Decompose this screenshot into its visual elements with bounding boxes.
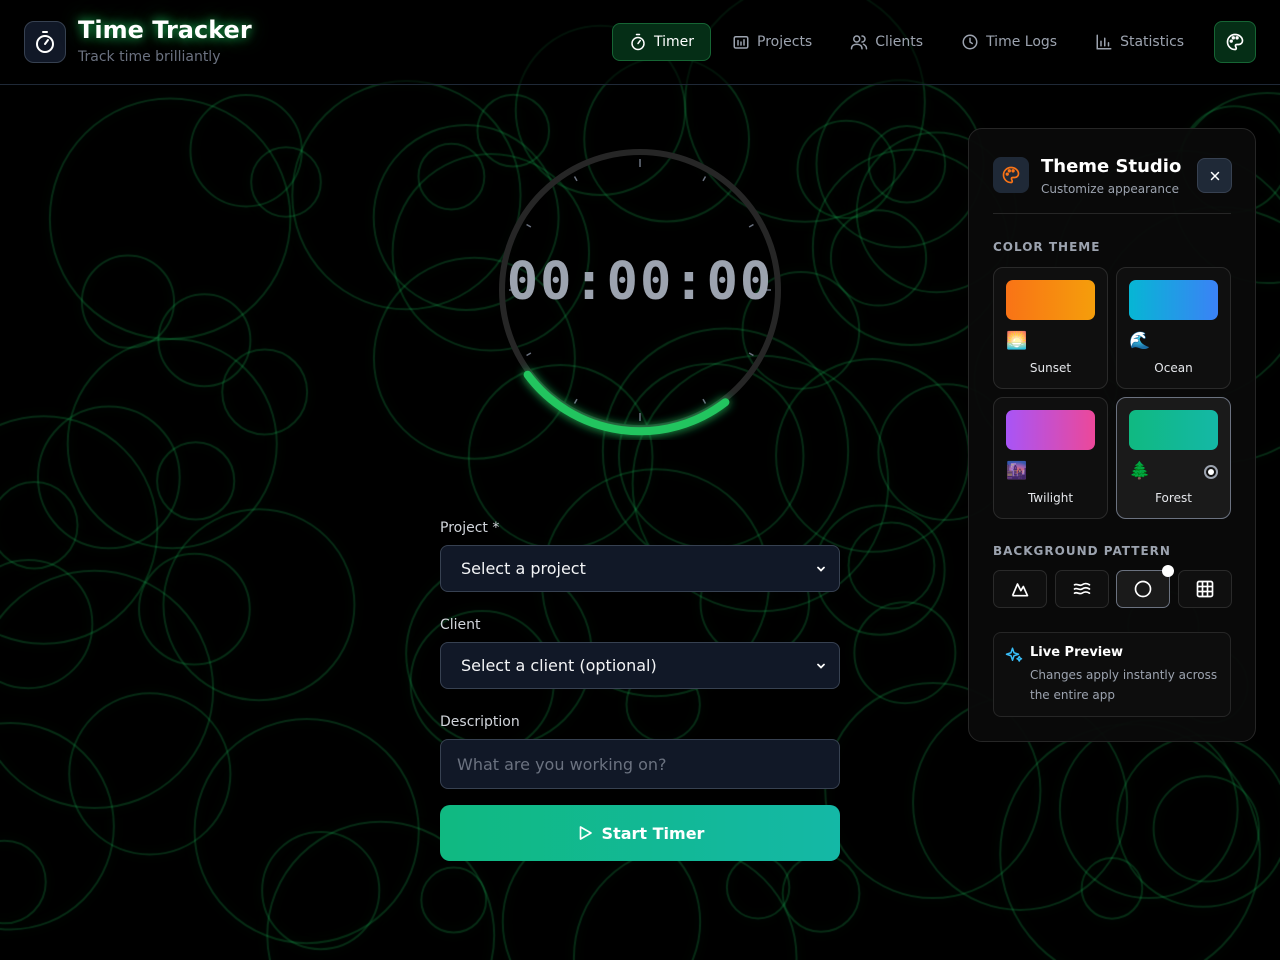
folder-chart-icon — [733, 36, 749, 49]
mountain-icon — [1011, 583, 1029, 597]
nav-item-clients[interactable]: Clients — [833, 23, 940, 61]
chevron-down-icon — [817, 566, 825, 572]
background-pattern-heading: BACKGROUND PATTERN — [993, 544, 1171, 558]
main-nav: Timer Projects Clients Time Logs Statist… — [612, 23, 1205, 61]
palette-icon — [1226, 33, 1244, 51]
pattern-mountain-button[interactable] — [993, 570, 1047, 608]
live-preview-title: Live Preview — [1030, 645, 1124, 660]
client-select-value: Select a client (optional) — [461, 656, 657, 675]
pattern-grid-button[interactable] — [1178, 570, 1232, 608]
sunrise-icon: 🌅 — [1006, 331, 1028, 351]
dial-tick — [702, 398, 707, 404]
theme-name: Ocean — [1154, 361, 1193, 375]
cityscape-icon: 🌆 — [1006, 461, 1028, 481]
nav-item-label: Time Logs — [986, 34, 1058, 50]
palette-icon — [993, 157, 1029, 193]
client-label: Client — [440, 617, 481, 633]
theme-card-sunset[interactable]: 🌅 Sunset — [993, 267, 1108, 389]
theme-card-ocean[interactable]: 🌊 Ocean — [1116, 267, 1231, 389]
play-icon — [579, 826, 592, 840]
nav-item-projects[interactable]: Projects — [715, 23, 829, 61]
pattern-circles-button[interactable] — [1116, 565, 1174, 608]
dial-tick — [573, 398, 578, 404]
grid-icon — [1196, 580, 1214, 598]
theme-name: Forest — [1155, 491, 1192, 505]
nav-item-time-logs[interactable]: Time Logs — [944, 23, 1074, 61]
stopwatch-icon — [631, 33, 645, 51]
theme-swatch — [1006, 280, 1095, 320]
pattern-waves-button[interactable] — [1055, 570, 1109, 608]
dial-tick — [526, 223, 532, 228]
start-timer-button[interactable]: Start Timer — [440, 805, 840, 861]
panel-subtitle: Customize appearance — [1041, 182, 1179, 196]
dial-tick — [573, 176, 578, 182]
nav-item-label: Clients — [875, 34, 924, 50]
timer-form: Project * Select a project Client Select… — [440, 520, 840, 861]
description-input[interactable] — [440, 739, 840, 789]
stopwatch-icon — [24, 21, 66, 63]
wave-icon: 🌊 — [1129, 331, 1151, 351]
chevron-down-icon — [817, 663, 825, 669]
dial-tick — [748, 223, 754, 228]
theme-swatch — [1129, 410, 1218, 450]
app-subtitle: Track time brilliantly — [78, 49, 221, 65]
waves-icon — [1073, 582, 1091, 595]
theme-card-twilight[interactable]: 🌆 Twilight — [993, 397, 1108, 519]
start-timer-label: Start Timer — [601, 823, 705, 843]
dial-progress-arc — [523, 370, 730, 436]
close-icon — [1210, 171, 1219, 180]
nav-item-label: Timer — [654, 34, 695, 50]
project-select-value: Select a project — [461, 559, 586, 578]
theme-toggle-button[interactable] — [1214, 21, 1256, 63]
circle-icon — [1134, 580, 1152, 598]
panel-divider — [993, 213, 1231, 214]
close-panel-button[interactable] — [1197, 158, 1232, 193]
selected-indicator — [1204, 465, 1218, 479]
project-label: Project * — [440, 520, 500, 536]
color-theme-heading: COLOR THEME — [993, 240, 1101, 254]
dial-tick — [748, 352, 754, 357]
project-select[interactable]: Select a project — [440, 545, 840, 592]
nav-item-timer[interactable]: Timer — [612, 23, 712, 61]
app-title: Time Tracker — [78, 16, 252, 44]
selected-indicator — [1162, 565, 1174, 577]
live-preview-note: Live Preview Changes apply instantly acr… — [993, 632, 1231, 717]
nav-item-statistics[interactable]: Statistics — [1078, 23, 1201, 61]
theme-swatch — [1129, 280, 1218, 320]
panel-title: Theme Studio — [1041, 156, 1182, 177]
timer-display: 00:00:00 — [506, 252, 774, 312]
theme-name: Sunset — [1029, 361, 1072, 375]
description-label: Description — [440, 714, 520, 730]
users-icon — [850, 35, 868, 50]
dial-tick — [702, 176, 707, 182]
live-preview-text: Changes apply instantly across the entir… — [1030, 668, 1218, 702]
nav-item-label: Projects — [757, 34, 813, 50]
theme-swatch — [1006, 410, 1095, 450]
theme-studio-panel: Theme Studio Customize appearance COLOR … — [968, 128, 1256, 742]
sparkles-icon — [1005, 647, 1023, 662]
clock-icon — [962, 34, 978, 50]
nav-item-label: Statistics — [1120, 34, 1185, 50]
tree-icon: 🌲 — [1129, 461, 1151, 481]
theme-card-forest[interactable]: 🌲 Forest — [1116, 397, 1231, 519]
bar-chart-icon — [1096, 34, 1112, 50]
dial-tick — [526, 352, 532, 357]
client-select[interactable]: Select a client (optional) — [440, 642, 840, 689]
app-header: Time Tracker Track time brilliantly Time… — [0, 0, 1280, 85]
theme-name: Twilight — [1027, 491, 1074, 505]
